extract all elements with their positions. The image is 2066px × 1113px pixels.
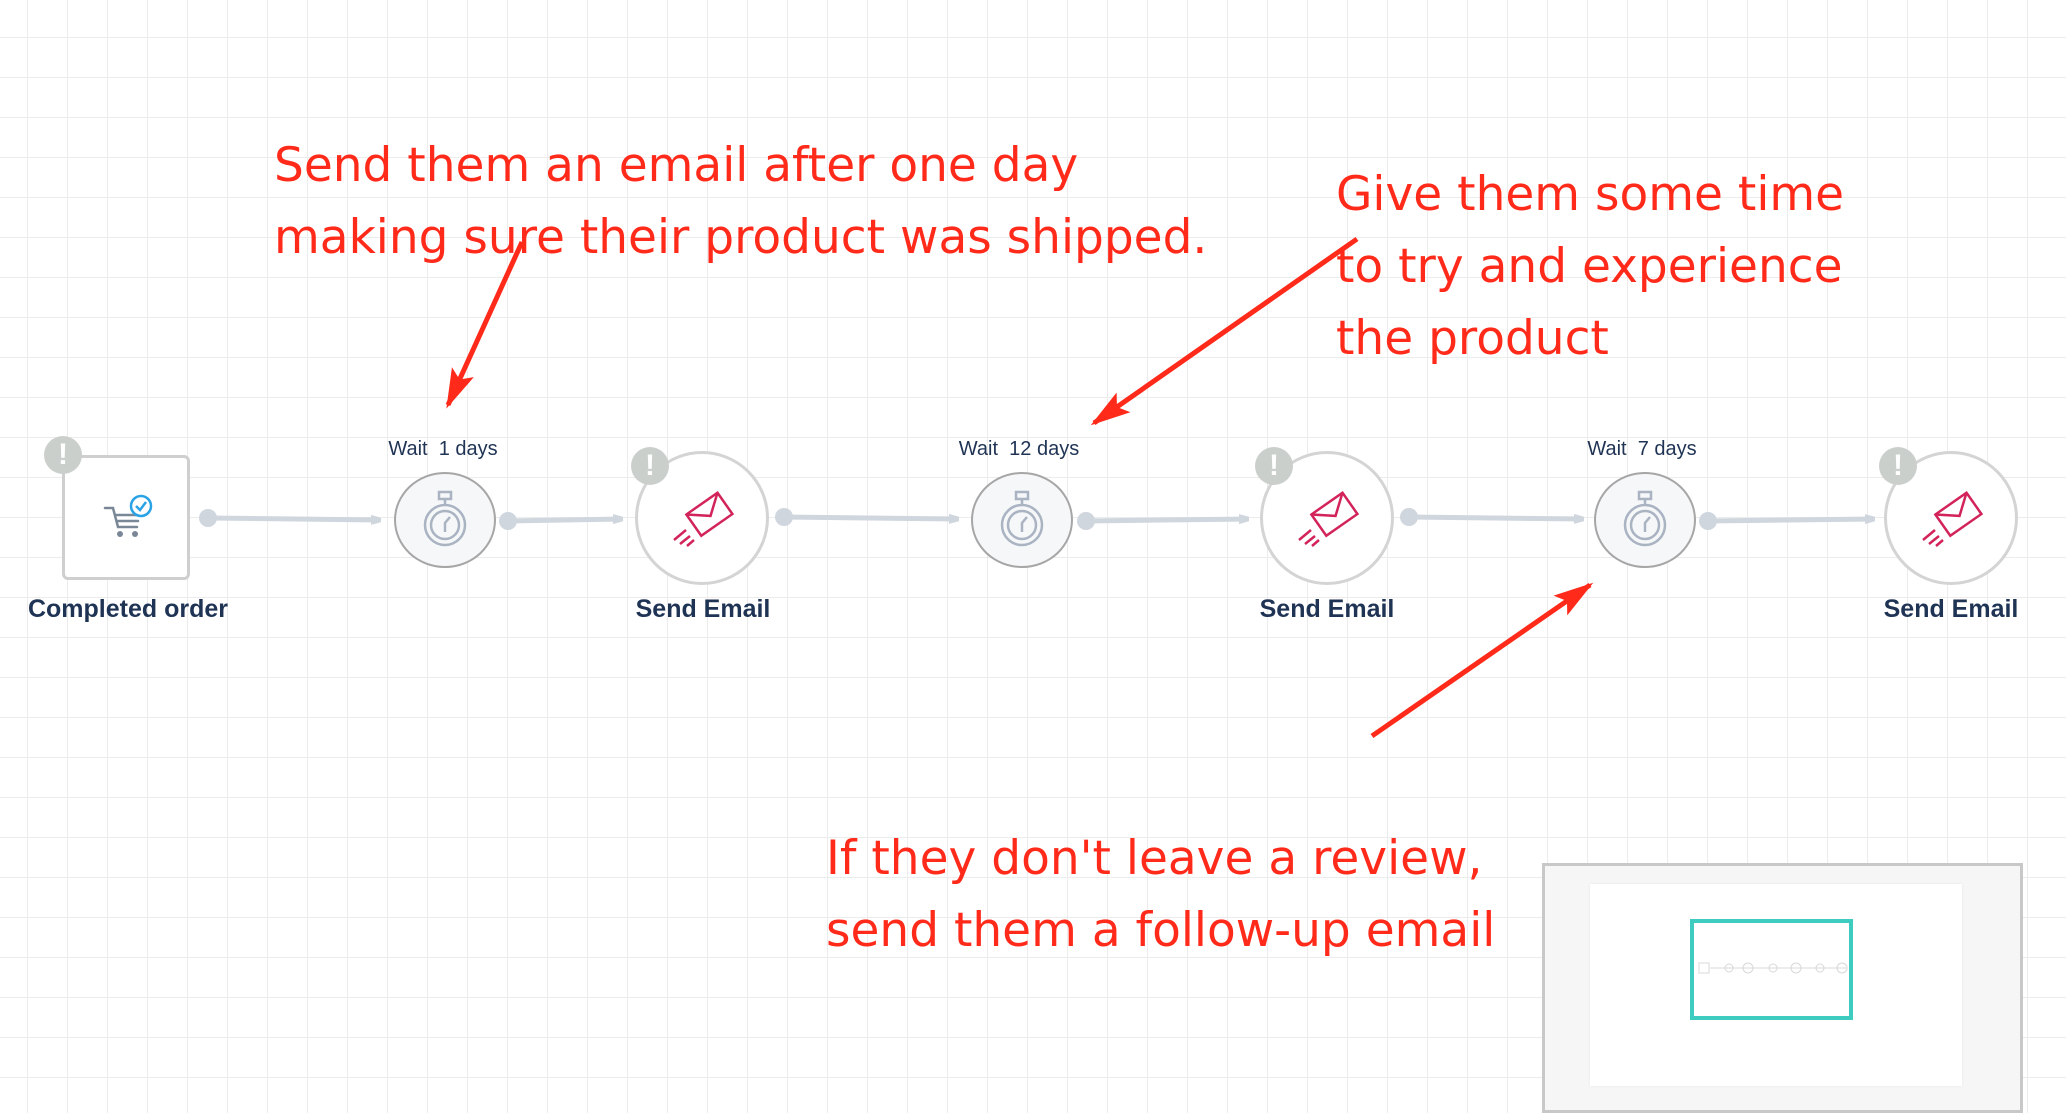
wait-label: Wait 12 days — [958, 438, 1080, 460]
trigger-label: Completed order — [27, 595, 229, 623]
wait-node[interactable] — [971, 472, 1073, 568]
annotation-review-note: If they don't leave a review, send them … — [826, 831, 1496, 958]
connector-email1-wait2 — [775, 508, 958, 526]
wait-node[interactable] — [394, 472, 496, 568]
stopwatch-icon — [1623, 490, 1667, 547]
connector-trigger-wait1 — [199, 509, 380, 527]
wait-node[interactable] — [1594, 472, 1696, 568]
warning-badge: ! — [631, 447, 669, 485]
minimap-preview — [1698, 962, 1848, 974]
minimap-canvas — [1590, 884, 1962, 1086]
connector-wait3-email3 — [1699, 512, 1874, 530]
send-email-icon — [1298, 490, 1360, 547]
annotation-shipping-note: Send them an email after one day making … — [274, 138, 1208, 265]
wait-label: Wait 1 days — [388, 438, 498, 460]
send-email-label: Send Email — [1259, 595, 1395, 623]
wait-label: Wait 7 days — [1587, 438, 1697, 460]
warning-badge: ! — [44, 436, 82, 474]
minimap[interactable] — [1542, 863, 2023, 1113]
annotation-arrow-3 — [1370, 582, 1594, 739]
trigger-node-completed-order[interactable] — [62, 455, 190, 580]
cart-check-icon — [103, 494, 153, 537]
send-email-icon — [1922, 490, 1984, 547]
connector-wait2-email2 — [1077, 512, 1248, 530]
stopwatch-icon — [423, 490, 467, 547]
connector-wait1-email1 — [499, 512, 622, 530]
annotation-time-note: Give them some time to try and experienc… — [1336, 167, 1845, 366]
send-email-label: Send Email — [635, 595, 771, 623]
stopwatch-icon — [1000, 490, 1044, 547]
warning-badge: ! — [1879, 447, 1917, 485]
send-email-label: Send Email — [1883, 595, 2019, 623]
connector-email2-wait3 — [1400, 508, 1583, 526]
minimap-viewport[interactable] — [1690, 919, 1853, 1020]
warning-badge: ! — [1255, 447, 1293, 485]
send-email-icon — [673, 490, 735, 547]
